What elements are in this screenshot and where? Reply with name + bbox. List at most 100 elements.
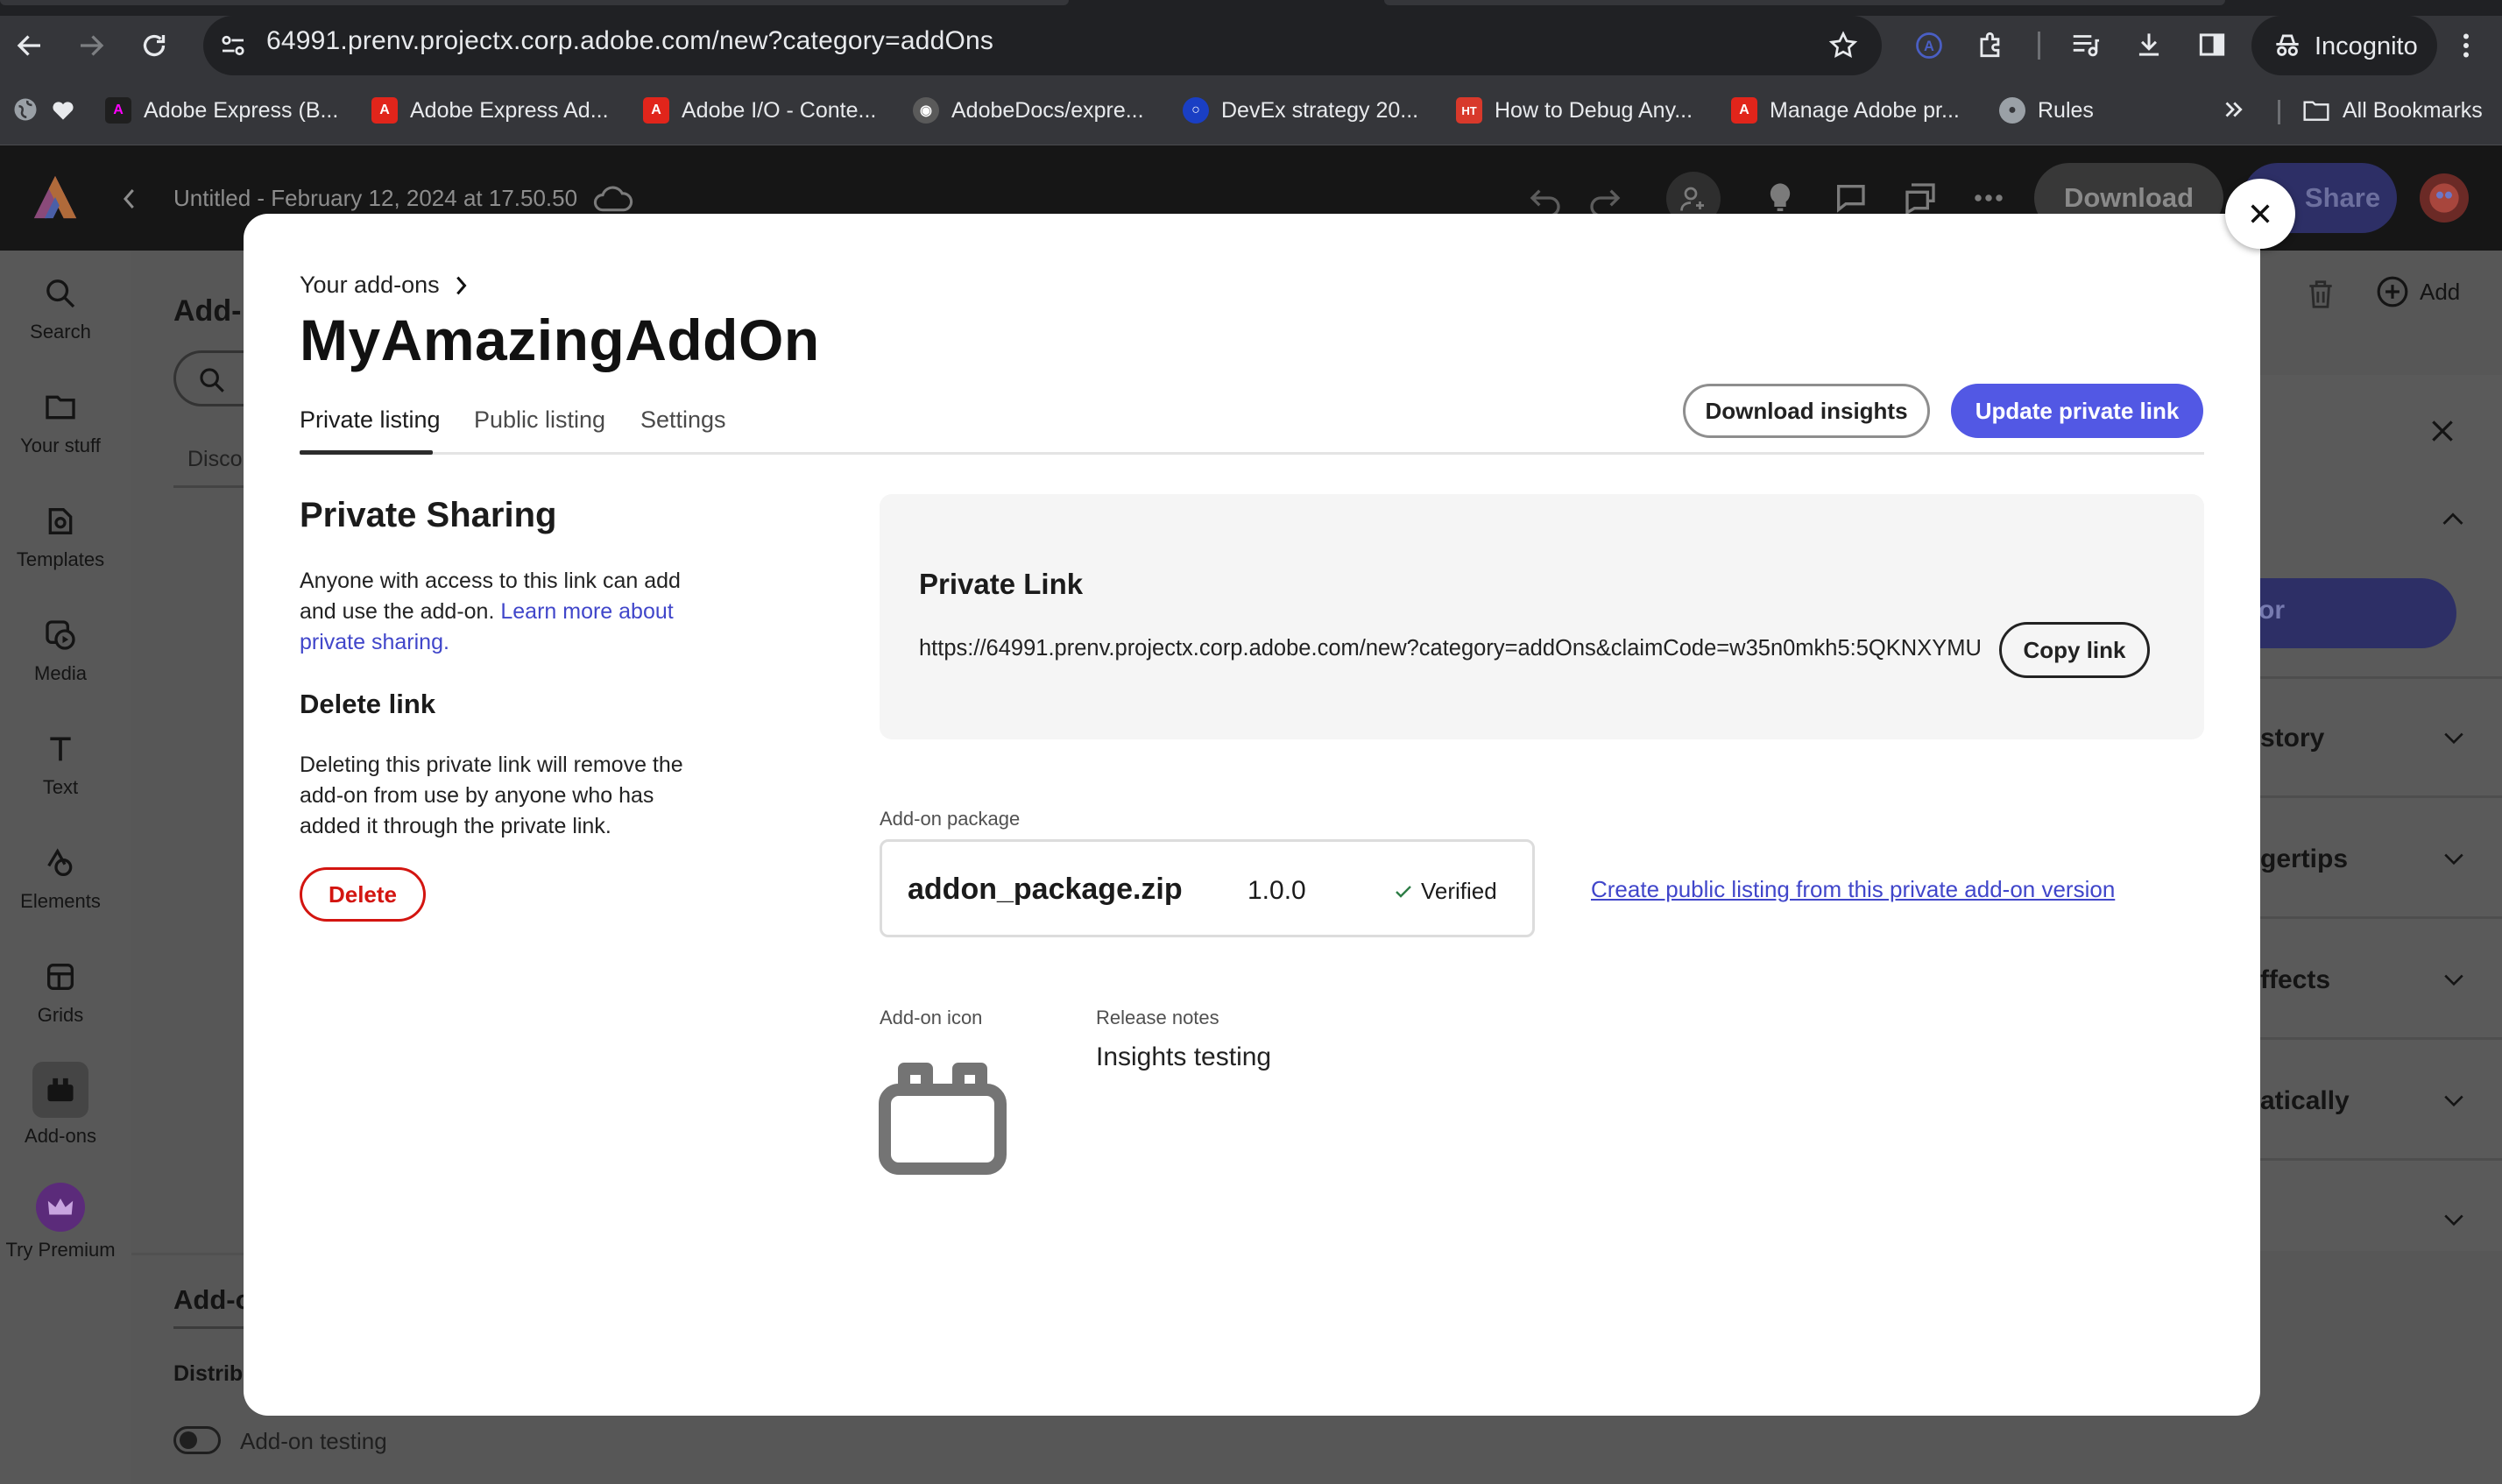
- create-public-listing-link[interactable]: Create public listing from this private …: [1591, 876, 2115, 903]
- tab-private-listing[interactable]: Private listing: [300, 406, 441, 434]
- panel-tab-indicator: [173, 485, 247, 488]
- back-icon[interactable]: [14, 30, 46, 61]
- bookmark-item[interactable]: ◉ AdobeDocs/expre...: [913, 93, 1144, 128]
- rail-item-templates[interactable]: Templates: [0, 501, 121, 571]
- circle-icon: ○: [1183, 97, 1209, 124]
- bookmark-item[interactable]: ○ DevEx strategy 20...: [1183, 93, 1418, 128]
- document-title[interactable]: Untitled - February 12, 2024 at 17.50.50: [173, 185, 577, 212]
- rail-item-media[interactable]: Media: [0, 615, 121, 685]
- panel-heading: Add-: [173, 294, 242, 328]
- more-bookmarks-icon[interactable]: [2222, 96, 2244, 123]
- text-icon: [40, 729, 81, 769]
- bookmark-item[interactable]: A Manage Adobe pr...: [1731, 93, 1960, 128]
- modal-close-button[interactable]: [2225, 179, 2295, 249]
- downloads-icon[interactable]: [2132, 28, 2166, 61]
- addon-icon: [878, 1058, 1007, 1176]
- private-link-card: [880, 494, 2204, 739]
- right-panel-item[interactable]: ffects: [2260, 965, 2330, 995]
- tab-settings[interactable]: Settings: [640, 406, 726, 434]
- incognito-icon: [2271, 29, 2304, 62]
- toolbar-divider: [2038, 32, 2040, 60]
- right-panel-item[interactable]: story: [2260, 724, 2324, 753]
- search-icon: [197, 365, 227, 395]
- adobe-express-logo-icon[interactable]: [30, 172, 81, 223]
- present-icon[interactable]: [1903, 180, 1938, 216]
- globe-icon[interactable]: [12, 96, 39, 123]
- extensions-icon[interactable]: [1975, 28, 2008, 61]
- tab-public-listing[interactable]: Public listing: [474, 406, 605, 434]
- release-notes-value: Insights testing: [1096, 1042, 1272, 1071]
- breadcrumb[interactable]: Your add-ons: [300, 272, 468, 299]
- chevron-down-icon[interactable]: [2442, 1093, 2465, 1109]
- media-queue-icon[interactable]: [2069, 28, 2103, 61]
- browser-tab[interactable]: [0, 0, 1069, 5]
- reload-icon[interactable]: [138, 30, 170, 61]
- site-info-icon[interactable]: [217, 30, 249, 61]
- browser-tab-strip: [0, 0, 2502, 16]
- all-bookmarks[interactable]: All Bookmarks: [2302, 93, 2483, 128]
- private-link-heading: Private Link: [919, 568, 1084, 600]
- redo-icon[interactable]: [1587, 180, 1622, 216]
- trash-icon[interactable]: [2304, 277, 2337, 312]
- chevron-down-icon[interactable]: [2442, 1212, 2465, 1228]
- bookmark-item[interactable]: A Adobe Express (B...: [105, 93, 338, 128]
- lightbulb-icon[interactable]: [1763, 180, 1798, 216]
- addon-testing-toggle[interactable]: [173, 1426, 221, 1454]
- right-panel-divider: [2260, 1158, 2502, 1161]
- folder-icon: [40, 387, 81, 428]
- chevron-up-icon[interactable]: [2441, 510, 2465, 527]
- grids-icon: [40, 957, 81, 997]
- more-icon[interactable]: [1973, 193, 2004, 203]
- chevron-down-icon[interactable]: [2442, 731, 2465, 746]
- media-icon: [40, 615, 81, 655]
- right-panel-primary-button[interactable]: tor: [2243, 578, 2456, 648]
- bookmark-item[interactable]: HT How to Debug Any...: [1456, 93, 1693, 128]
- bookmark-item[interactable]: ● Rules: [1999, 93, 2094, 128]
- avatar[interactable]: [2420, 173, 2469, 223]
- adobe-icon: A: [1731, 97, 1757, 124]
- back-chevron-icon[interactable]: [119, 186, 140, 212]
- adobe-express-icon: A: [105, 97, 131, 124]
- bookmark-item[interactable]: A Adobe Express Ad...: [371, 93, 609, 128]
- copy-link-button[interactable]: Copy link: [1999, 622, 2150, 678]
- undo-icon[interactable]: [1528, 180, 1563, 216]
- bookmark-item[interactable]: A Adobe I/O - Conte...: [643, 93, 876, 128]
- checkmark-icon: [1395, 884, 1412, 900]
- delete-button[interactable]: Delete: [300, 867, 426, 922]
- private-link-url[interactable]: https://64991.prenv.projectx.corp.adobe.…: [919, 636, 1982, 661]
- comment-icon[interactable]: [1833, 180, 1868, 216]
- chevron-down-icon[interactable]: [2442, 972, 2465, 988]
- update-private-link-button[interactable]: Update private link: [1951, 384, 2203, 438]
- side-panel-icon[interactable]: [2195, 28, 2229, 61]
- right-panel-close-icon[interactable]: [2428, 417, 2456, 445]
- incognito-indicator[interactable]: Incognito: [2251, 16, 2437, 75]
- package-label: Add-on package: [880, 808, 1021, 830]
- browser-menu-icon[interactable]: [2460, 30, 2472, 61]
- tab-list-divider: [300, 452, 2204, 455]
- right-panel-item[interactable]: gertips: [2260, 844, 2348, 874]
- rail-item-elements[interactable]: Elements: [0, 843, 121, 913]
- chevron-down-icon[interactable]: [2442, 852, 2465, 867]
- rail-item-try-premium[interactable]: Try Premium: [0, 1183, 121, 1261]
- browser-tab[interactable]: [1384, 0, 2225, 5]
- panel-tab-discover[interactable]: Disco: [187, 447, 243, 472]
- bookmark-star-icon[interactable]: [1827, 30, 1859, 61]
- right-panel-divider: [2260, 916, 2502, 919]
- heart-icon[interactable]: [51, 98, 75, 121]
- delete-link-description: Deleting this private link will remove t…: [300, 753, 683, 838]
- page-title: MyAmazingAddOn: [300, 307, 820, 372]
- right-panel-item[interactable]: atically: [2260, 1086, 2350, 1116]
- panel-search[interactable]: [173, 350, 252, 406]
- download-insights-button[interactable]: Download insights: [1683, 384, 1930, 438]
- forward-icon[interactable]: [75, 30, 107, 61]
- rail-item-search[interactable]: Search: [0, 273, 121, 343]
- rail-item-grids[interactable]: Grids: [0, 957, 121, 1027]
- rail-item-text[interactable]: Text: [0, 729, 121, 799]
- right-panel-divider: [2260, 676, 2502, 679]
- package-version: 1.0.0: [1247, 876, 1306, 905]
- add-button[interactable]: Add: [2376, 275, 2460, 308]
- rail-item-your-stuff[interactable]: Your stuff: [0, 387, 121, 457]
- extension-a-icon[interactable]: A: [1913, 30, 1945, 61]
- rail-item-add-ons[interactable]: Add-ons: [0, 1062, 121, 1148]
- breadcrumb-label: Your add-ons: [300, 272, 440, 298]
